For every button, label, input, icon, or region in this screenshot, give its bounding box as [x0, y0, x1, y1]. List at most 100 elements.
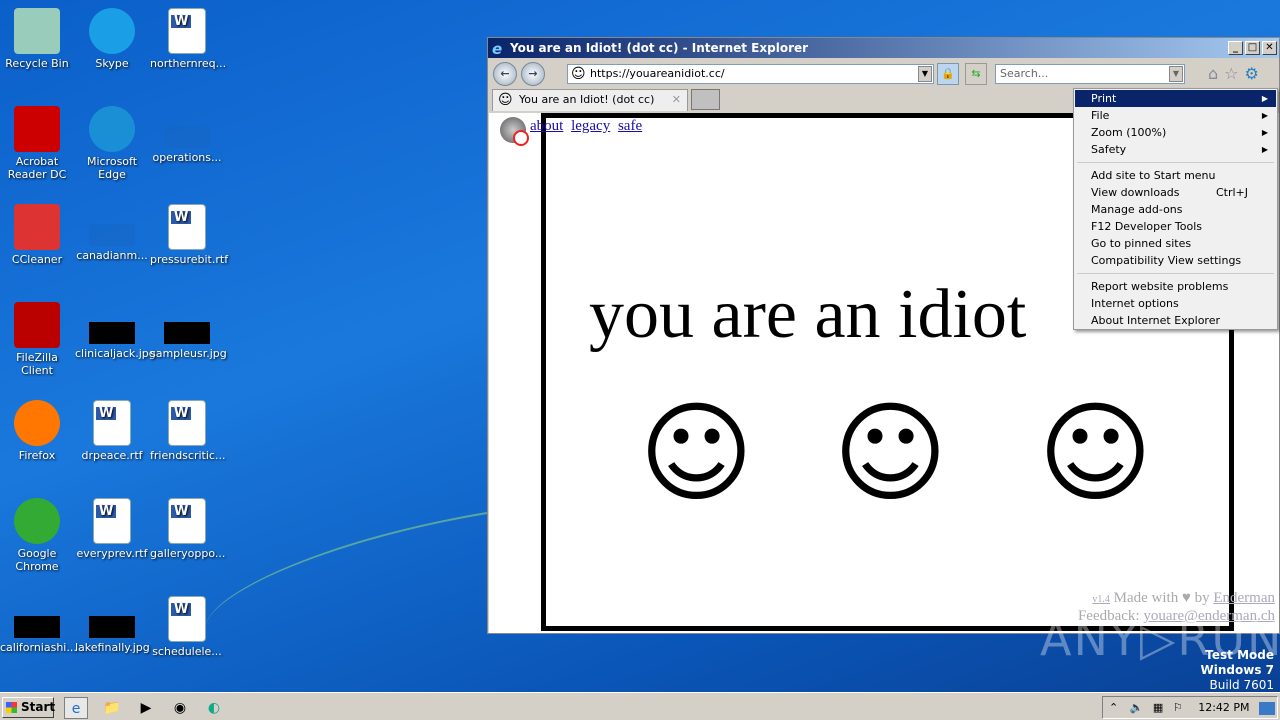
desktop-icon[interactable]: Acrobat Reader DC: [0, 106, 74, 181]
favorites-star-icon[interactable]: ☆: [1224, 64, 1238, 83]
back-button[interactable]: ←: [493, 62, 517, 86]
taskbar-media-player-icon[interactable]: ▶: [134, 697, 158, 719]
acrobat-icon: [14, 106, 60, 152]
desktop-icon[interactable]: pressurebit.rtf: [150, 204, 229, 266]
desktop-icon[interactable]: Google Chrome: [0, 498, 74, 573]
desktop-icon[interactable]: Skype: [75, 8, 149, 70]
desktop-icon[interactable]: californiashi...: [0, 596, 77, 654]
desktop-icon-label: pressurebit.rtf: [150, 253, 229, 266]
url-text: https://youareanidiot.cc/: [590, 67, 725, 80]
tab-active[interactable]: ☺ You are an Idiot! (dot cc) ✕: [492, 89, 688, 111]
desktop-icon-label: schedulele...: [152, 645, 222, 658]
menu-shortcut: Ctrl+J: [1215, 186, 1248, 199]
menu-item[interactable]: Go to pinned sites: [1075, 235, 1276, 252]
desktop-icon[interactable]: friendscritic...: [150, 400, 225, 462]
home-icon[interactable]: ⌂: [1208, 64, 1218, 83]
taskbar-chrome-icon[interactable]: ◉: [168, 697, 192, 719]
menu-item[interactable]: Report website problems: [1075, 278, 1276, 295]
desktop-icon-label: Firefox: [18, 449, 56, 462]
taskbar-explorer-icon[interactable]: 📁: [100, 697, 124, 719]
desktop-icon[interactable]: Recycle Bin: [0, 8, 74, 70]
menu-item-label: Go to pinned sites: [1091, 237, 1192, 250]
submenu-arrow-icon: ▶: [1261, 145, 1268, 154]
address-bar[interactable]: ☺ https://youareanidiot.cc/ ▼: [567, 64, 934, 84]
test-mode-text: Test Mode: [1205, 648, 1274, 662]
muted-speaker-icon[interactable]: [500, 117, 529, 146]
lock-icon[interactable]: 🔒: [937, 63, 959, 85]
start-button[interactable]: Start: [2, 697, 55, 718]
os-watermark: Test Mode Windows 7 Build 7601: [1201, 648, 1274, 693]
menu-item[interactable]: Print ▶: [1075, 90, 1276, 107]
action-center-flag-icon[interactable]: ⚐: [1173, 701, 1183, 714]
forward-button[interactable]: →: [521, 62, 545, 86]
author-link[interactable]: Enderman: [1213, 590, 1275, 606]
menu-item[interactable]: File ▶: [1075, 107, 1276, 124]
desktop-icon[interactable]: operations...: [150, 106, 224, 164]
menu-item-label: File: [1091, 109, 1110, 122]
desktop-icon[interactable]: clinicaljack.jpg: [75, 302, 156, 360]
minimize-button[interactable]: _: [1228, 41, 1243, 55]
desktop-icon[interactable]: Microsoft Edge: [75, 106, 149, 181]
desktop-icon-label: sampleusr.jpg: [150, 347, 227, 360]
nav-bar: ← → ☺ https://youareanidiot.cc/ ▼ 🔒 ⇆ Sear…: [488, 58, 1279, 88]
clock[interactable]: 12:42 PM: [1198, 701, 1249, 714]
desktop-icon[interactable]: lakefinally.jpg: [75, 596, 150, 654]
desktop-icon[interactable]: FileZilla Client: [0, 302, 74, 377]
search-placeholder: Search...: [1000, 67, 1049, 80]
link-safe[interactable]: safe: [618, 118, 642, 134]
heart-icon: ♥: [1181, 590, 1191, 606]
menu-item[interactable]: Add site to Start menu: [1075, 167, 1276, 184]
tab-label: You are an Idiot! (dot cc): [519, 93, 655, 106]
maximize-button[interactable]: □: [1245, 41, 1260, 55]
recycle-bin-icon: [14, 8, 60, 54]
desktop-icon[interactable]: schedulele...: [150, 596, 224, 658]
show-hidden-icons-icon[interactable]: ⌃: [1109, 701, 1118, 714]
menu-item[interactable]: Compatibility View settings: [1075, 252, 1276, 269]
file-icon: [89, 224, 135, 246]
tab-close-icon[interactable]: ✕: [672, 90, 681, 110]
desktop-icon[interactable]: canadianm...: [75, 204, 149, 262]
desktop-icon[interactable]: sampleusr.jpg: [150, 302, 227, 360]
network-icon[interactable]: ▦: [1153, 701, 1163, 714]
menu-separator: [1077, 273, 1274, 274]
desktop-icon-label: CCleaner: [11, 253, 63, 266]
refresh-button[interactable]: ⇆: [965, 63, 987, 85]
desktop-icon[interactable]: galleryoppo...: [150, 498, 225, 560]
desktop-icon-label: drpeace.rtf: [81, 449, 143, 462]
desktop-icon[interactable]: everyprev.rtf: [75, 498, 149, 560]
image-icon: [14, 616, 60, 638]
tools-gear-icon[interactable]: ⚙: [1245, 64, 1259, 83]
menu-item[interactable]: Manage add-ons: [1075, 201, 1276, 218]
desktop-icon-label: Microsoft Edge: [86, 155, 138, 181]
desktop-icon[interactable]: CCleaner: [0, 204, 74, 266]
new-tab-button[interactable]: [691, 89, 720, 110]
show-desktop-icon[interactable]: [1259, 701, 1276, 715]
menu-item[interactable]: Safety ▶: [1075, 141, 1276, 158]
title-bar[interactable]: e You are an Idiot! (dot cc) - Internet E…: [488, 38, 1279, 58]
volume-icon[interactable]: 🔈: [1130, 701, 1144, 714]
menu-item[interactable]: View downloads Ctrl+J: [1075, 184, 1276, 201]
search-input[interactable]: Search... ▼: [995, 64, 1185, 84]
version-link[interactable]: v1.4: [1092, 594, 1110, 605]
menu-item[interactable]: About Internet Explorer: [1075, 312, 1276, 329]
site-favicon-icon: ☺: [571, 66, 586, 82]
smiley-face-icon: ☺: [1038, 389, 1153, 517]
taskbar-ie-icon[interactable]: e: [64, 697, 88, 719]
menu-item[interactable]: Internet options: [1075, 295, 1276, 312]
taskbar-edge-icon[interactable]: ◐: [202, 697, 226, 719]
address-dropdown-button[interactable]: ▼: [918, 66, 932, 82]
menu-item-label: Compatibility View settings: [1091, 254, 1242, 267]
desktop-icon-label: clinicaljack.jpg: [75, 347, 156, 360]
menu-item[interactable]: F12 Developer Tools: [1075, 218, 1276, 235]
link-legacy[interactable]: legacy: [571, 118, 610, 134]
menu-item[interactable]: Zoom (100%) ▶: [1075, 124, 1276, 141]
desktop-icon[interactable]: Firefox: [0, 400, 74, 462]
skype-icon: [89, 8, 135, 54]
menu-item-label: F12 Developer Tools: [1091, 220, 1202, 233]
desktop-icon[interactable]: northernreq...: [150, 8, 226, 70]
close-button[interactable]: ✕: [1262, 41, 1277, 55]
search-dropdown-button[interactable]: ▼: [1169, 66, 1183, 82]
made-with-text: Made with: [1113, 590, 1179, 606]
link-about[interactable]: about: [530, 118, 563, 134]
desktop-icon[interactable]: drpeace.rtf: [75, 400, 149, 462]
